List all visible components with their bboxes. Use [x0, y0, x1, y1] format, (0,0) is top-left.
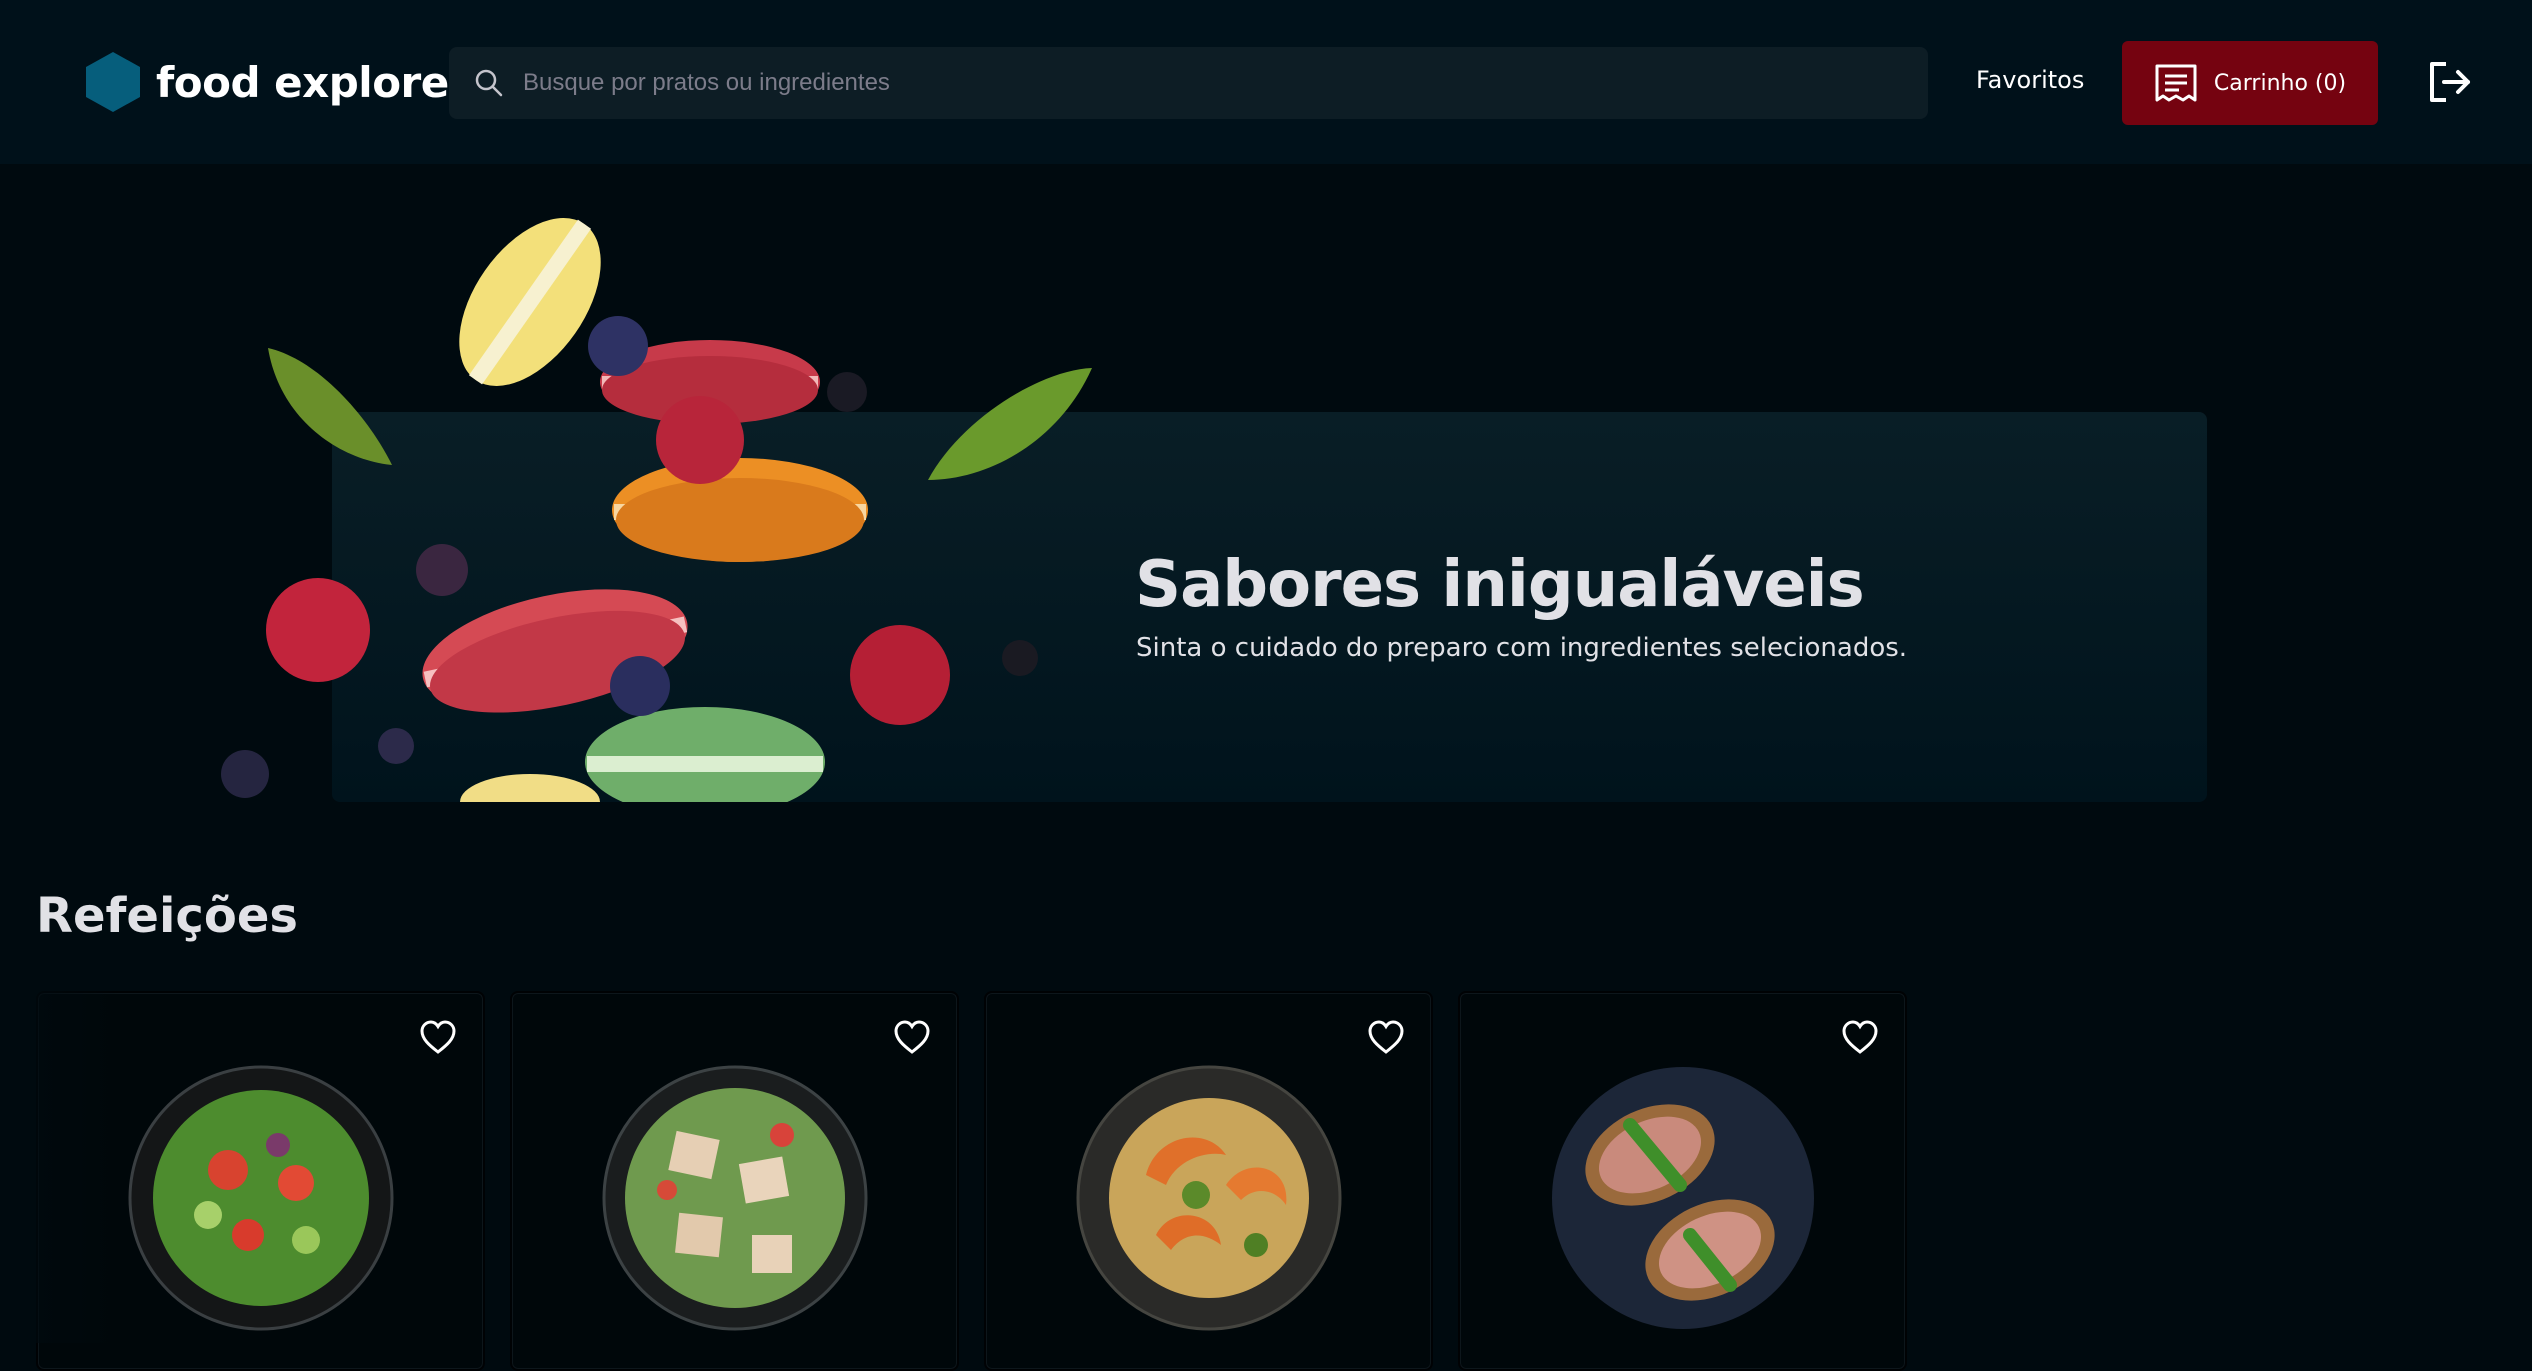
- hero-title: Sabores inigualáveis: [1135, 548, 1865, 622]
- dish-card[interactable]: [984, 991, 1433, 1371]
- logo[interactable]: food explorer: [86, 52, 469, 112]
- shrimp-pasta-image[interactable]: [1076, 1065, 1342, 1331]
- cart-button[interactable]: Carrinho (0): [2122, 41, 2378, 125]
- dish-card[interactable]: [510, 991, 959, 1371]
- receipt-icon: [2155, 64, 2197, 102]
- heart-icon[interactable]: [419, 1019, 457, 1055]
- hexagon-logo-icon: [86, 52, 140, 112]
- heart-icon[interactable]: [893, 1019, 931, 1055]
- hero-subtitle: Sinta o cuidado do preparo com ingredien…: [1136, 633, 1908, 663]
- macarons-illustration: [221, 218, 1092, 802]
- salad-image[interactable]: [128, 1065, 394, 1331]
- sign-out-icon[interactable]: [2428, 60, 2472, 104]
- search-bar[interactable]: [449, 47, 1928, 119]
- favorites-link[interactable]: Favoritos: [1976, 66, 2084, 94]
- section-title: Refeições: [36, 888, 298, 944]
- bruschetta-image[interactable]: [1550, 1065, 1816, 1331]
- logo-text: food explorer: [156, 57, 469, 107]
- heart-icon[interactable]: [1367, 1019, 1405, 1055]
- salad-image[interactable]: [602, 1065, 868, 1331]
- app-header: food explorer Favoritos Carrinho (0): [0, 0, 2532, 164]
- search-icon: [475, 69, 503, 97]
- heart-icon[interactable]: [1841, 1019, 1879, 1055]
- dish-card[interactable]: [1458, 991, 1907, 1371]
- cart-label: Carrinho (0): [2213, 70, 2347, 96]
- carousel-fade-left: [0, 960, 120, 1343]
- search-input[interactable]: [523, 47, 1928, 119]
